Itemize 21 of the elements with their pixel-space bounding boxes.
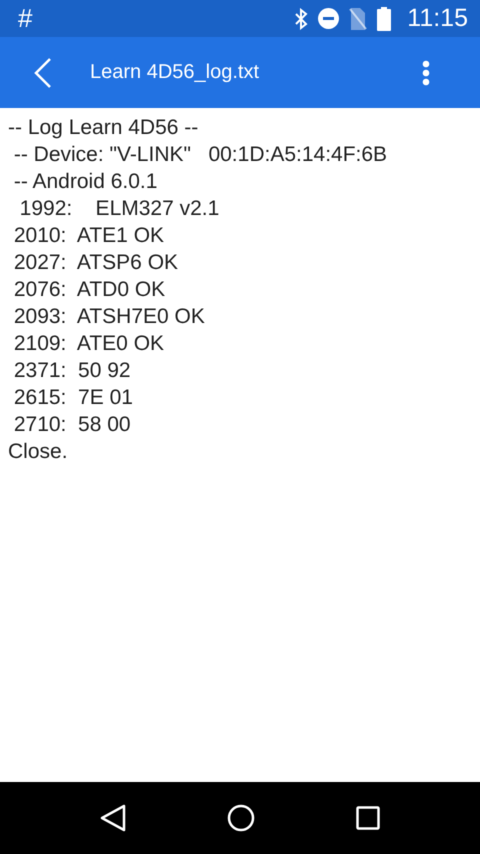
log-line: 2710: 58 00 bbox=[12, 412, 131, 438]
log-line: -- Device: "V-LINK" 00:1D:A5:14:4F:6B bbox=[12, 142, 388, 168]
log-line: 2109: ATE0 OK bbox=[12, 331, 164, 357]
log-line: 2010: ATE1 OK bbox=[12, 223, 164, 249]
log-line: -- Log Learn 4D56 -- bbox=[8, 115, 198, 141]
more-vertical-icon bbox=[422, 60, 430, 86]
notification-icon: # bbox=[18, 3, 294, 34]
log-line: Close. bbox=[8, 439, 68, 465]
clock: 11:15 bbox=[407, 4, 468, 33]
do-not-disturb-icon bbox=[318, 8, 340, 29]
screen-title: Learn 4D56_log.txt bbox=[90, 61, 260, 84]
log-line: -- Android 6.0.1 bbox=[12, 169, 158, 195]
no-sim-icon bbox=[349, 8, 368, 30]
log-line: 2093: ATSH7E0 OK bbox=[12, 304, 205, 330]
log-line: 2027: ATSP6 OK bbox=[12, 250, 178, 276]
log-line: 2371: 50 92 bbox=[12, 358, 131, 384]
log-line: 2076: ATD0 OK bbox=[12, 277, 166, 303]
bluetooth-icon bbox=[294, 8, 308, 30]
log-line: 2615: 7E 01 bbox=[12, 385, 133, 411]
log-line: 1992: ELM327 v2.1 bbox=[18, 196, 220, 222]
battery-icon bbox=[377, 6, 392, 30]
